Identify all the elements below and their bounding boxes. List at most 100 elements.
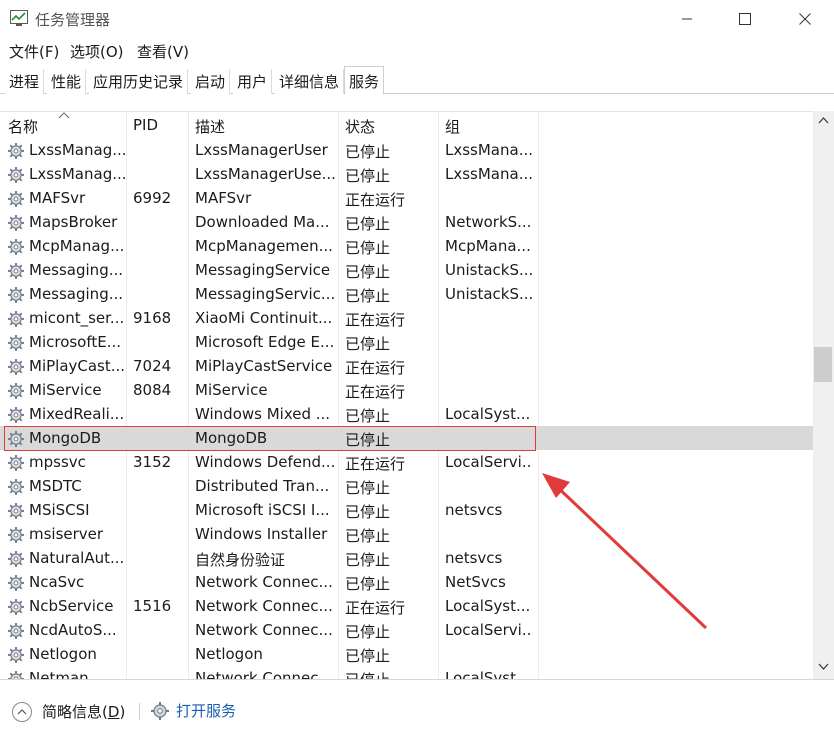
- table-row[interactable]: mpssvc 3152 Windows Defend... 正在运行 LocalServ…: [0, 450, 813, 474]
- table-row[interactable]: Netlogon Netlogon 已停止: [0, 642, 813, 666]
- cell-name: Messaging...: [29, 261, 124, 279]
- cell-group: netsvcs: [445, 549, 503, 567]
- cell-status: 已停止: [345, 431, 391, 449]
- gear-icon: [7, 670, 25, 679]
- cell-group: UnistackS...: [445, 285, 533, 303]
- cell-status: 正在运行: [345, 599, 406, 617]
- cell-name: MSiSCSI: [29, 501, 90, 519]
- cell-description: MiPlayCastService: [195, 357, 333, 375]
- tab-label: 性能: [51, 73, 82, 91]
- table-row[interactable]: MiService 8084 MiService 正在运行: [0, 378, 813, 402]
- scroll-up-icon[interactable]: [818, 117, 829, 124]
- tab-services[interactable]: 服务: [344, 66, 385, 95]
- table-row[interactable]: NcaSvc Network Connec... 已停止 NetSvcs: [0, 570, 813, 594]
- table-row[interactable]: Netman Network Connec... 已停止 LocalSyst...: [0, 666, 813, 679]
- cell-pid: 3152: [133, 453, 172, 471]
- table-row[interactable]: NaturalAut... 自然身份验证 已停止 netsvcs: [0, 546, 813, 570]
- cell-name: MiService: [29, 381, 102, 399]
- gear-icon: [7, 214, 25, 232]
- column-header-name[interactable]: 名称: [8, 116, 38, 137]
- tab-startup[interactable]: 启动: [191, 69, 231, 94]
- cell-group: McpMana...: [445, 237, 531, 255]
- minimize-button[interactable]: [658, 0, 716, 38]
- table-row[interactable]: MSiSCSI Microsoft iSCSI I... 已停止 netsvcs: [0, 498, 813, 522]
- cell-status: 已停止: [345, 527, 391, 545]
- table-row[interactable]: MAFSvr 6992 MAFSvr 正在运行: [0, 186, 813, 210]
- maximize-button[interactable]: [716, 0, 774, 38]
- table-row[interactable]: MicrosoftE... Microsoft Edge E... 已停止: [0, 330, 813, 354]
- cell-group: LocalSyst...: [445, 597, 531, 615]
- gear-icon: [7, 550, 25, 568]
- fewer-details-button[interactable]: 简略信息(D): [12, 701, 125, 722]
- gear-icon: [7, 622, 25, 640]
- cell-status: 正在运行: [345, 311, 406, 329]
- table-row[interactable]: MapsBroker Downloaded Ma... 已停止 NetworkS...: [0, 210, 813, 234]
- gear-icon: [7, 502, 25, 520]
- table-row[interactable]: NcbService 1516 Network Connec... 正在运行 Local…: [0, 594, 813, 618]
- tab-processes[interactable]: 进程: [5, 69, 45, 94]
- column-header-status[interactable]: 状态: [345, 116, 375, 137]
- table-row[interactable]: Messaging... MessagingServic... 已停止 Unistac…: [0, 282, 813, 306]
- cell-name: MSDTC: [29, 477, 82, 495]
- tab-users[interactable]: 用户: [233, 69, 273, 94]
- table-row[interactable]: MSDTC Distributed Tran... 已停止: [0, 474, 813, 498]
- tab-bar: 进程 性能 应用历史记录 启动 用户 详细信息 服务: [0, 64, 834, 111]
- cell-description: Windows Defend...: [195, 453, 335, 471]
- table-row[interactable]: McpManag... McpManagemen... 已停止 McpMana...: [0, 234, 813, 258]
- cell-status: 已停止: [345, 503, 391, 521]
- cell-name: micont_ser...: [29, 309, 125, 327]
- tab-label: 进程: [9, 73, 40, 91]
- gear-icon: [7, 382, 25, 400]
- column-header-description[interactable]: 描述: [195, 116, 225, 137]
- gear-icon: [7, 478, 25, 496]
- menu-view[interactable]: 查看(V): [137, 41, 189, 62]
- cell-status: 已停止: [345, 143, 391, 161]
- close-button[interactable]: [776, 0, 834, 38]
- cell-pid: 1516: [133, 597, 172, 615]
- column-header-pid[interactable]: PID: [133, 116, 158, 134]
- cell-name: Netlogon: [29, 645, 97, 663]
- tab-performance[interactable]: 性能: [47, 69, 87, 94]
- tab-label: 应用历史记录: [93, 73, 184, 91]
- table-row[interactable]: Messaging... MessagingService 已停止 UnistackS…: [0, 258, 813, 282]
- table-row[interactable]: MixedReali... Windows Mixed ... 已停止 LocalSy…: [0, 402, 813, 426]
- cell-description: Distributed Tran...: [195, 477, 330, 495]
- cell-status: 已停止: [345, 167, 391, 185]
- minimize-icon: [682, 18, 692, 20]
- column-header-group[interactable]: 组: [445, 116, 460, 137]
- table-header: 名称 PID 描述 状态 组: [0, 112, 813, 138]
- cell-description: Windows Installer: [195, 525, 328, 543]
- cell-status: 已停止: [345, 647, 391, 665]
- table-row[interactable]: msiserver Windows Installer 已停止: [0, 522, 813, 546]
- table-row[interactable]: LxssManag... LxssManagerUser 已停止 LxssMana..…: [0, 138, 813, 162]
- cell-description: MessagingService: [195, 261, 331, 279]
- cell-name: NcdAutoS...: [29, 621, 117, 639]
- cell-status: 已停止: [345, 479, 391, 497]
- open-services-link[interactable]: 打开服务: [150, 700, 236, 721]
- tab-app-history[interactable]: 应用历史记录: [89, 69, 189, 94]
- gear-icon: [7, 310, 25, 328]
- cell-name: NcaSvc: [29, 573, 85, 591]
- fewer-details-text: 简略信息: [42, 703, 103, 721]
- cell-group: LocalSyst...: [445, 669, 531, 679]
- cell-description: LxssManagerUse...: [195, 165, 335, 183]
- scroll-down-icon[interactable]: [818, 663, 829, 670]
- table-row[interactable]: NcdAutoS... Network Connec... 已停止 LocalServ…: [0, 618, 813, 642]
- tab-details[interactable]: 详细信息: [275, 69, 345, 94]
- sort-ascending-icon: [58, 112, 70, 119]
- gear-icon: [7, 406, 25, 424]
- title-bar[interactable]: 任务管理器: [0, 0, 834, 38]
- scroll-thumb[interactable]: [814, 347, 832, 382]
- table-row[interactable]: micont_ser... 9168 XiaoMi Continuit... 正在运行: [0, 306, 813, 330]
- menu-file[interactable]: 文件(F): [9, 41, 59, 62]
- table-row[interactable]: MongoDB MongoDB 已停止: [0, 426, 813, 450]
- cell-status: 正在运行: [345, 383, 406, 401]
- cell-group: LxssMana...: [445, 165, 533, 183]
- cell-status: 正在运行: [345, 455, 406, 473]
- vertical-scrollbar[interactable]: [813, 111, 834, 679]
- table-row[interactable]: MiPlayCast... 7024 MiPlayCastService 正在运行: [0, 354, 813, 378]
- menu-options[interactable]: 选项(O): [70, 41, 124, 62]
- table-row[interactable]: LxssManag... LxssManagerUse... 已停止 LxssMana…: [0, 162, 813, 186]
- cell-pid: 8084: [133, 381, 172, 399]
- cell-status: 已停止: [345, 669, 435, 679]
